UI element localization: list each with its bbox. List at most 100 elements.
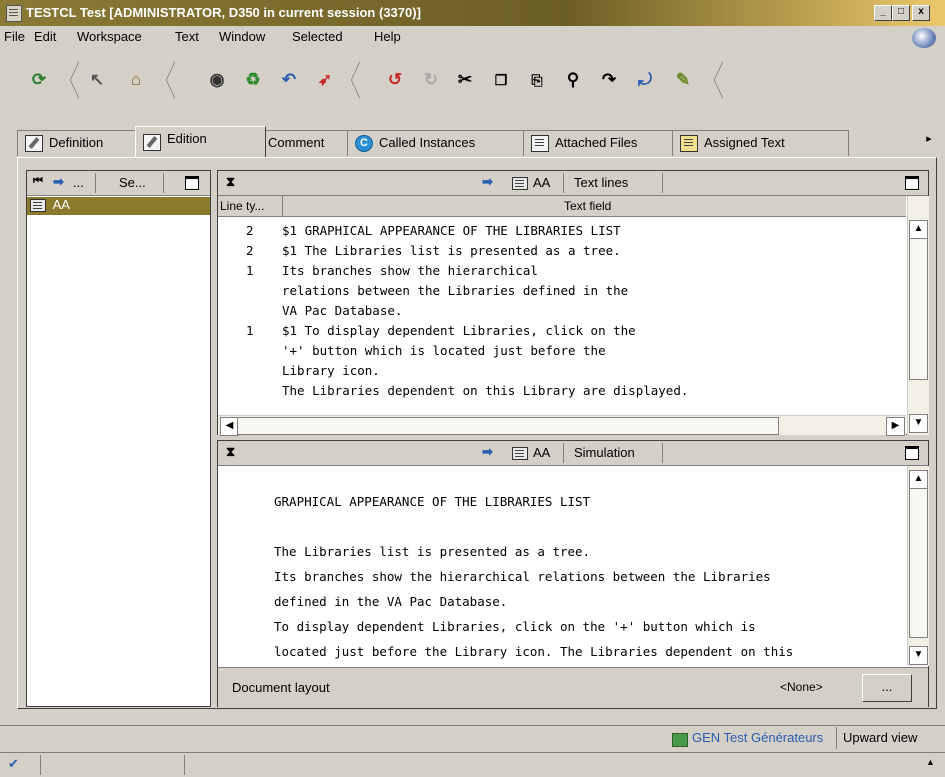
text-entity-icon	[512, 447, 528, 460]
simulation-header: ⧗ ➡ AA Simulation	[218, 441, 928, 466]
pen-icon	[143, 134, 161, 151]
cut-icon[interactable]: ✂	[452, 68, 478, 92]
scroll-down-icon[interactable]: ▼	[909, 646, 928, 665]
text-field-cell: Its branches show the hierarchical	[282, 263, 538, 278]
text-field-cell: VA Pac Database.	[282, 303, 403, 318]
redo-icon[interactable]: ↻	[418, 68, 444, 92]
table-row[interactable]: 2 $1 GRAPHICAL APPEARANCE OF THE LIBRARIE…	[218, 221, 906, 241]
paste-icon[interactable]: ⎘	[524, 68, 550, 92]
toolbar-separator	[64, 60, 74, 100]
tab-scroll-right-button[interactable]: ▸	[923, 132, 935, 146]
window-title: TESTCL Test [ADMINISTRATOR, D350 in curr…	[26, 5, 421, 20]
document-layout-browse-button[interactable]: ...	[862, 674, 912, 702]
header-arrow-label: ...	[73, 175, 84, 190]
tab-edition[interactable]: Edition	[135, 126, 266, 157]
simulation-line: The Libraries list is presented as a tre…	[274, 544, 591, 559]
text-lines-panel: ⧗ ➡ AA Text lines Line ty... Text field …	[217, 170, 929, 436]
menu-file[interactable]: File	[4, 29, 25, 44]
menu-text[interactable]: Text	[175, 29, 199, 44]
collapse-icon[interactable]: ⧗	[226, 174, 235, 190]
back-icon[interactable]: ↶	[276, 68, 302, 92]
refresh-icon[interactable]: ⟳	[26, 68, 52, 92]
maximize-button[interactable]: □	[892, 5, 910, 21]
jump-icon[interactable]: ➶	[312, 68, 338, 92]
simulation-line: defined in the VA Pac Database.	[274, 594, 508, 609]
tab-called-instances-label: Called Instances	[379, 135, 476, 150]
close-button[interactable]: x	[912, 5, 930, 21]
wrap-icon[interactable]: ⤾	[632, 68, 658, 92]
scroll-up-icon[interactable]: ▲	[909, 470, 928, 489]
table-row[interactable]: 1 $1 To display dependent Libraries, clic…	[218, 321, 906, 341]
table-row[interactable]: The Libraries dependent on this Library …	[218, 381, 906, 401]
copy-icon[interactable]: ❐	[488, 68, 514, 92]
table-row[interactable]: 2 $1 The Libraries list is presented as a…	[218, 241, 906, 261]
simulation-text: GRAPHICAL APPEARANCE OF THE LIBRARIES LI…	[274, 489, 904, 664]
menu-selected[interactable]: Selected	[292, 29, 343, 44]
table-row[interactable]: relations between the Libraries defined …	[218, 281, 906, 301]
status-scroll-up-icon[interactable]: ▲	[926, 757, 935, 767]
text-field-cell: relations between the Libraries defined …	[282, 283, 629, 298]
text-field-cell: $1 To display dependent Libraries, click…	[282, 323, 636, 338]
menu-workspace[interactable]: Workspace	[77, 29, 142, 44]
tab-assigned-text[interactable]: Assigned Text	[672, 130, 849, 156]
list-item-aa[interactable]: AA	[27, 197, 210, 215]
toolbar-separator	[160, 60, 170, 100]
arrow-right-icon: ➡	[482, 174, 493, 189]
table-row[interactable]: '+' button which is located just before …	[218, 341, 906, 361]
scroll-down-icon[interactable]: ▼	[909, 414, 928, 433]
vertical-scrollbar[interactable]: ▲ ▼	[907, 196, 929, 435]
header-entity-label: AA	[533, 445, 551, 460]
simulation-line	[274, 514, 904, 539]
table-row[interactable]: VA Pac Database.	[218, 301, 906, 321]
pointer-icon[interactable]: ↖	[84, 68, 110, 92]
generator-link[interactable]: GEN Test Générateurs	[692, 730, 823, 745]
line-type-cell: 1	[246, 263, 254, 278]
sort-column-label[interactable]: Se...	[119, 175, 146, 190]
spell-icon[interactable]: ✎	[670, 68, 696, 92]
line-type-cell: 2	[246, 223, 254, 238]
vertical-scrollbar[interactable]: ▲ ▼	[907, 466, 929, 666]
horizontal-scrollbar[interactable]: ◀ ▶	[218, 415, 906, 436]
line-type-cell: 2	[246, 243, 254, 258]
synchronize-icon[interactable]: ♻	[240, 68, 266, 92]
minimize-button[interactable]: _	[874, 5, 892, 21]
undo-icon[interactable]: ↺	[382, 68, 408, 92]
upward-view-label[interactable]: Upward view	[843, 730, 917, 745]
maximize-pane-icon[interactable]	[905, 176, 919, 190]
column-header-text-field[interactable]: Text field	[564, 199, 611, 213]
scroll-right-icon[interactable]: ▶	[886, 417, 905, 436]
scroll-thumb[interactable]	[909, 488, 928, 638]
panel-title: Simulation	[574, 445, 635, 460]
menu-help[interactable]: Help	[374, 29, 401, 44]
line-type-cell: 1	[246, 323, 254, 338]
scroll-thumb[interactable]	[909, 238, 928, 380]
home-icon[interactable]: ⌂	[123, 68, 149, 92]
column-header-line-type[interactable]: Line ty...	[220, 199, 264, 213]
column-header-row: Line ty... Text field	[218, 196, 906, 217]
check-icon: ✔	[8, 756, 19, 771]
maximize-pane-icon[interactable]	[185, 176, 199, 190]
pen-icon	[25, 135, 43, 152]
arrow-right-icon[interactable]: ➡	[53, 174, 64, 190]
scroll-up-icon[interactable]: ▲	[909, 220, 928, 239]
menu-window[interactable]: Window	[219, 29, 265, 44]
simulation-panel: ⧗ ➡ AA Simulation GRAPHICAL APPEARANCE O…	[217, 440, 929, 707]
text-lines-table: 2 $1 GRAPHICAL APPEARANCE OF THE LIBRARIE…	[218, 221, 906, 415]
status-bar: GEN Test Générateurs Upward view ✔ ▲	[0, 725, 945, 777]
simulation-line: GRAPHICAL APPEARANCE OF THE LIBRARIES LI…	[274, 494, 591, 509]
maximize-pane-icon[interactable]	[905, 446, 919, 460]
tab-edition-label: Edition	[167, 131, 207, 146]
goto-line-icon[interactable]: ↷	[596, 68, 622, 92]
scroll-thumb-horizontal[interactable]	[237, 417, 779, 435]
document-layout-row: Document layout <None> ...	[218, 667, 928, 707]
collapse-icon[interactable]: ⧗	[226, 444, 235, 460]
menu-edit[interactable]: Edit	[34, 29, 56, 44]
table-row[interactable]: Library icon.	[218, 361, 906, 381]
title-bar: TESTCL Test [ADMINISTRATOR, D350 in curr…	[0, 0, 945, 26]
find-icon[interactable]: ⚲	[560, 68, 586, 92]
simulation-line: To display dependent Libraries, click on…	[274, 619, 756, 634]
disk-icon[interactable]: ◉	[204, 68, 230, 92]
entity-list-header: ⏮ ➡ ... Se...	[27, 171, 210, 196]
first-icon[interactable]: ⏮	[33, 175, 43, 188]
table-row[interactable]: 1 Its branches show the hierarchical	[218, 261, 906, 281]
